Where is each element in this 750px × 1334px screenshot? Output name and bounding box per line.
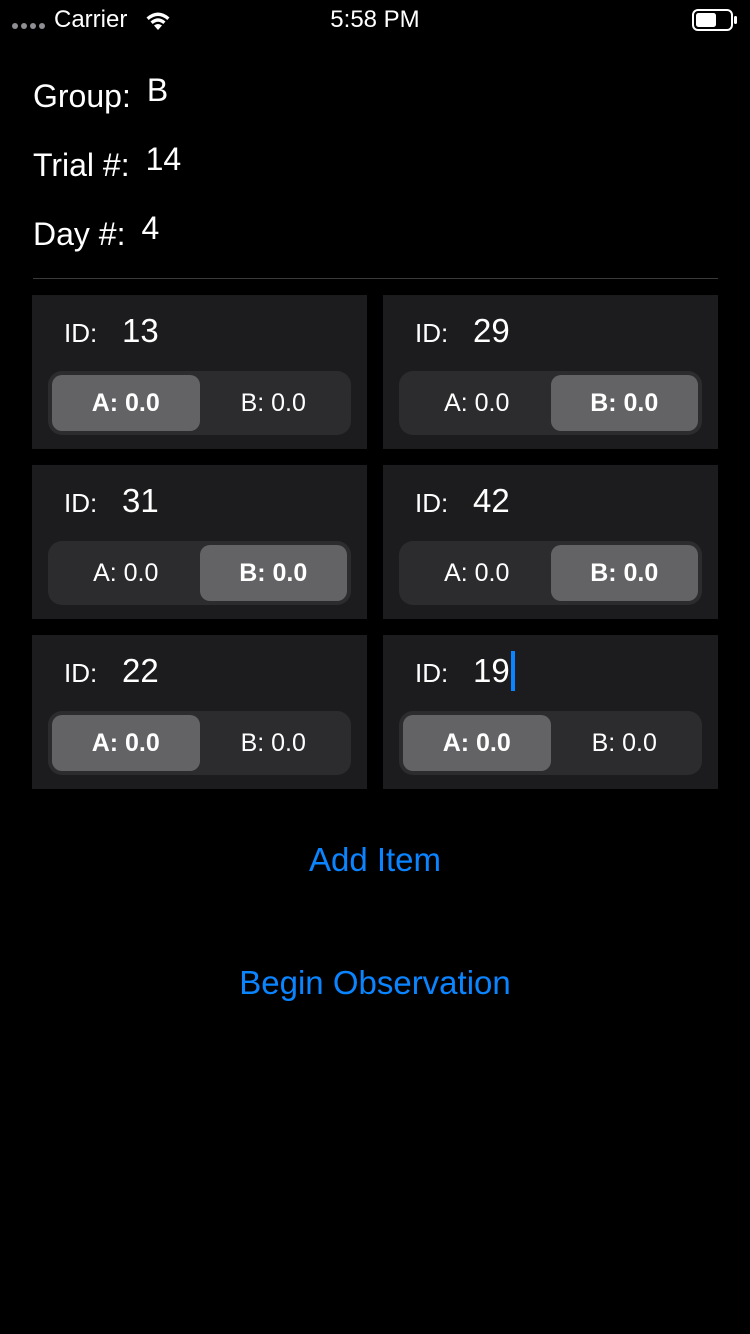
item-card: ID: 22 A: 0.0 B: 0.0	[32, 635, 367, 789]
item-choice-segmented-control[interactable]: A: 0.0 B: 0.0	[399, 541, 702, 605]
battery-icon	[692, 9, 737, 31]
item-choice-segmented-control[interactable]: A: 0.0 B: 0.0	[399, 711, 702, 775]
item-choice-segmented-control[interactable]: A: 0.0 B: 0.0	[48, 541, 351, 605]
segment-a[interactable]: A: 0.0	[403, 545, 551, 601]
segment-a[interactable]: A: 0.0	[52, 715, 200, 771]
item-id-label: ID:	[415, 318, 449, 348]
trial-label: Trial #:	[33, 147, 130, 183]
item-card: ID: 29 A: 0.0 B: 0.0	[383, 295, 718, 449]
status-bar: Carrier 5:58 PM	[0, 0, 750, 40]
day-value[interactable]: 4	[141, 210, 159, 246]
item-id-field[interactable]: 22	[122, 651, 159, 691]
group-row: Group: B	[33, 72, 168, 116]
segment-b[interactable]: B: 0.0	[200, 715, 348, 771]
item-id-label: ID:	[64, 658, 98, 688]
item-id-text: 19	[473, 652, 510, 689]
status-time: 5:58 PM	[330, 6, 420, 33]
item-choice-segmented-control[interactable]: A: 0.0 B: 0.0	[48, 371, 351, 435]
item-id-field[interactable]: 29	[473, 311, 510, 351]
item-id-label: ID:	[64, 488, 98, 518]
item-card: ID: 19 A: 0.0 B: 0.0	[383, 635, 718, 789]
segment-b[interactable]: B: 0.0	[200, 375, 348, 431]
item-card: ID: 13 A: 0.0 B: 0.0	[32, 295, 367, 449]
segment-b[interactable]: B: 0.0	[550, 375, 698, 431]
item-id-field[interactable]: 31	[122, 481, 159, 521]
item-card: ID: 31 A: 0.0 B: 0.0	[32, 465, 367, 619]
item-id-field[interactable]: 42	[473, 481, 510, 521]
group-value[interactable]: B	[147, 72, 168, 108]
item-id-label: ID:	[415, 658, 449, 688]
item-id-field[interactable]: 13	[122, 311, 159, 351]
group-label: Group:	[33, 78, 131, 114]
segment-a[interactable]: A: 0.0	[403, 375, 551, 431]
divider	[33, 278, 718, 279]
segment-a[interactable]: A: 0.0	[403, 715, 551, 771]
trial-row: Trial #: 14	[33, 141, 181, 185]
segment-a[interactable]: A: 0.0	[52, 545, 200, 601]
item-id-field[interactable]: 19	[473, 651, 515, 691]
segment-b[interactable]: B: 0.0	[550, 545, 698, 601]
segment-b[interactable]: B: 0.0	[199, 545, 347, 601]
item-card: ID: 42 A: 0.0 B: 0.0	[383, 465, 718, 619]
text-cursor	[510, 651, 515, 691]
item-choice-segmented-control[interactable]: A: 0.0 B: 0.0	[399, 371, 702, 435]
item-id-label: ID:	[415, 488, 449, 518]
segment-a[interactable]: A: 0.0	[52, 375, 200, 431]
trial-value[interactable]: 14	[146, 141, 182, 177]
item-id-label: ID:	[64, 318, 98, 348]
item-choice-segmented-control[interactable]: A: 0.0 B: 0.0	[48, 711, 351, 775]
day-label: Day #:	[33, 216, 126, 252]
begin-observation-button[interactable]: Begin Observation	[0, 963, 750, 1003]
add-item-button[interactable]: Add Item	[0, 840, 750, 880]
day-row: Day #: 4	[33, 210, 159, 254]
segment-b[interactable]: B: 0.0	[551, 715, 699, 771]
